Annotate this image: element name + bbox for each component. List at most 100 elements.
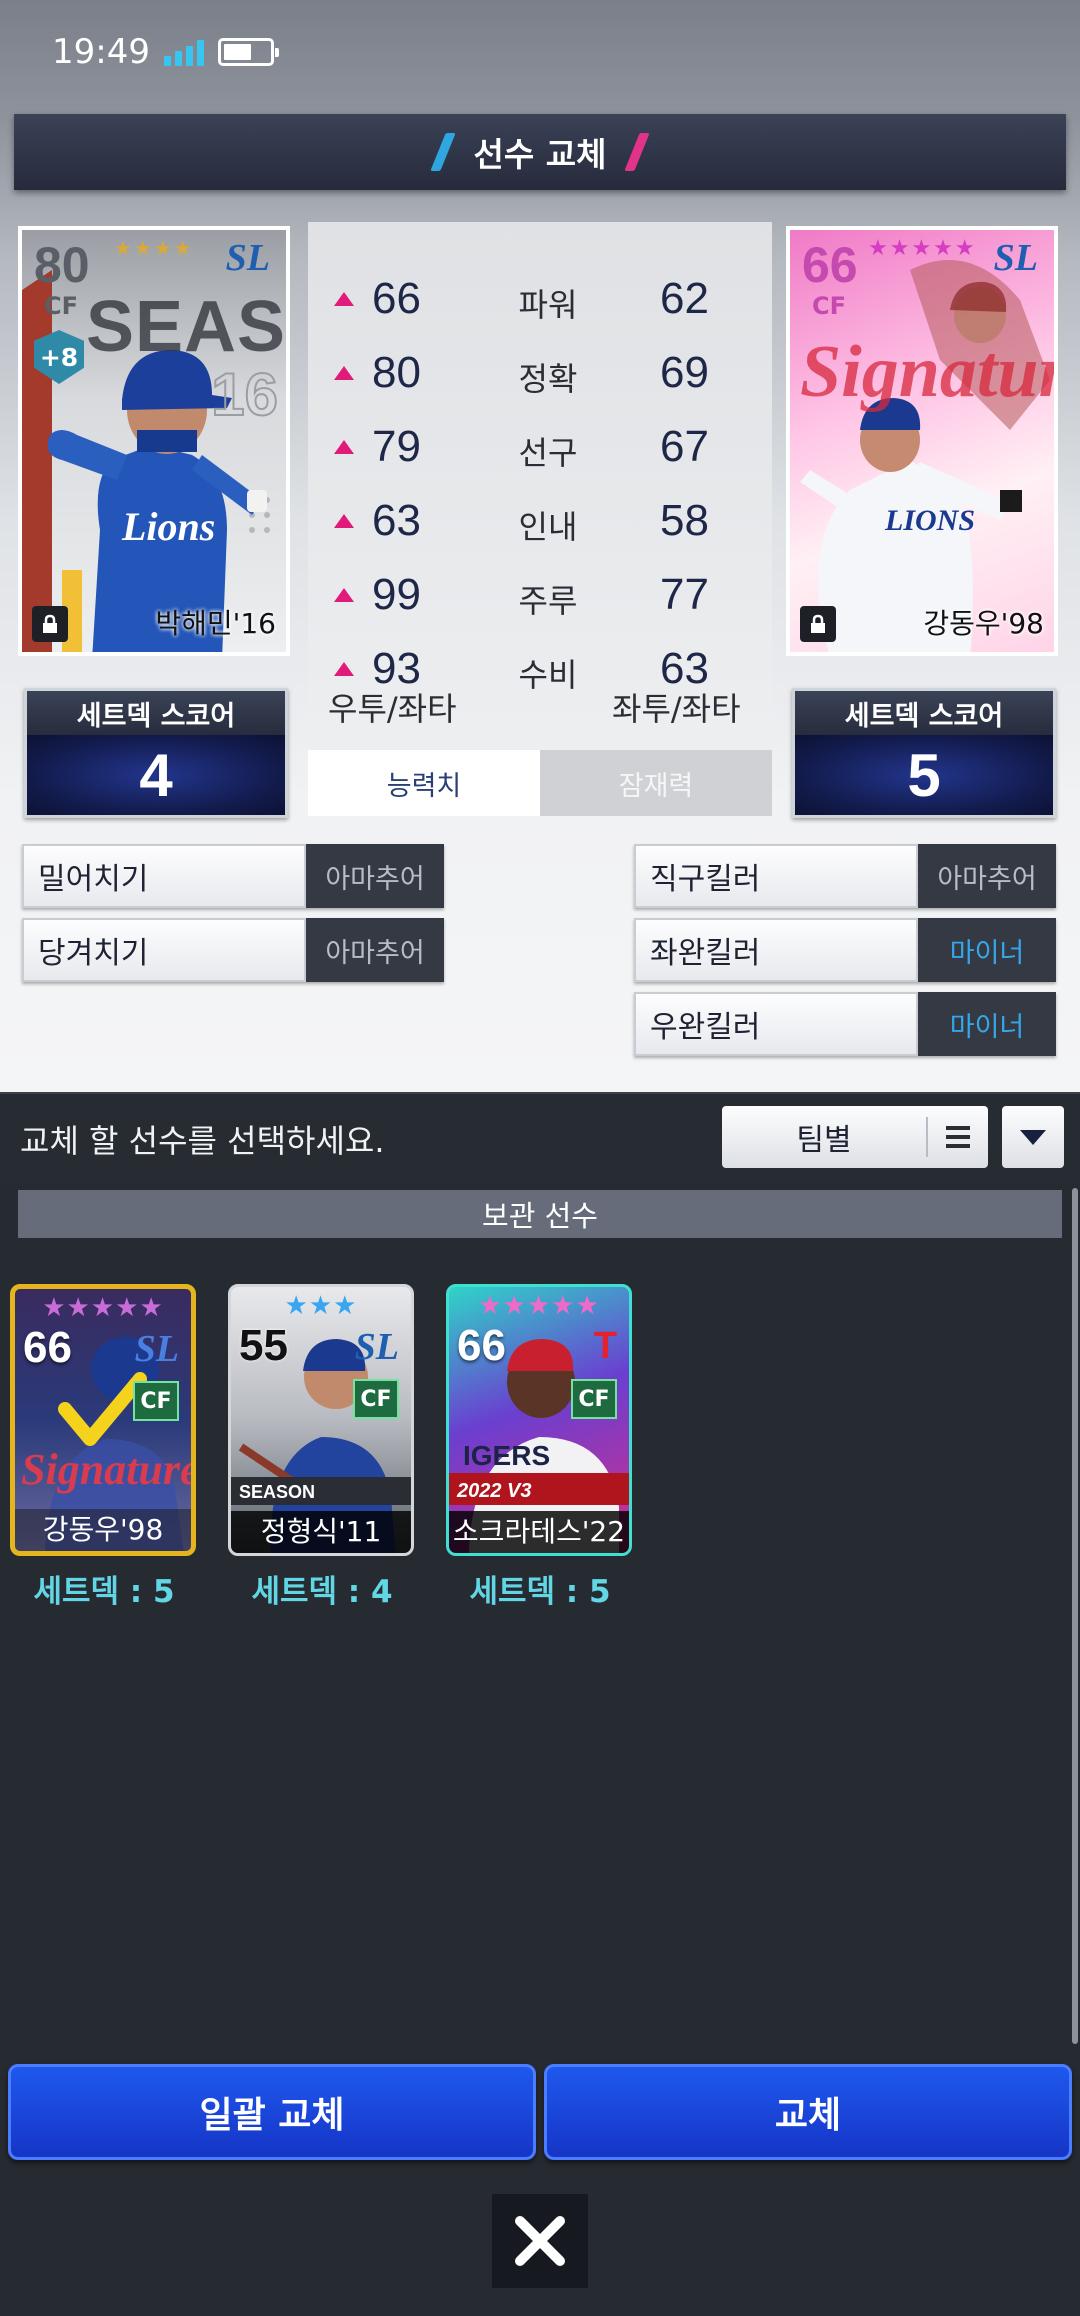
- star-rating: ★★★: [284, 1291, 358, 1321]
- stat-row-power: 66 파워 62: [308, 264, 772, 338]
- sort-button[interactable]: 팀별: [722, 1106, 988, 1168]
- stat-tabs: 능력치 잠재력: [308, 750, 772, 816]
- svg-text:LIONS: LIONS: [884, 504, 975, 537]
- dropdown-button[interactable]: [1002, 1106, 1064, 1168]
- position-badge: CF: [133, 1381, 179, 1421]
- skill-row[interactable]: 밀어치기 아마추어: [22, 844, 444, 908]
- replace-button[interactable]: 교체: [544, 2064, 1072, 2160]
- chevron-down-icon: [1020, 1129, 1046, 1145]
- skill-name: 직구킬러: [634, 844, 918, 908]
- stat-right-value: 58: [660, 496, 709, 545]
- setdeck-value: 4: [27, 735, 285, 815]
- position-badge: CF: [571, 1379, 617, 1419]
- status-bar: 19:49: [52, 28, 279, 76]
- increase-arrow-icon: [334, 366, 354, 380]
- stat-left-value: 79: [372, 422, 421, 471]
- tab-potential[interactable]: 잠재력: [540, 750, 772, 816]
- target-player-card[interactable]: LIONS Signature 66 CF ★★★★★ SL 강동우'98: [786, 226, 1058, 656]
- menu-icon: [928, 1126, 988, 1148]
- team-logo: T: [593, 1325, 617, 1367]
- sort-label: 팀별: [796, 1123, 852, 1158]
- close-button[interactable]: [492, 2194, 588, 2288]
- target-setdeck-score: 세트덱 스코어 5: [792, 688, 1056, 818]
- skill-row[interactable]: 우완킬러 마이너: [634, 992, 1056, 1056]
- select-instruction: 교체 할 선수를 선택하세요.: [20, 1122, 385, 1160]
- increase-arrow-icon: [334, 662, 354, 676]
- stat-label: 선구: [518, 434, 578, 472]
- skill-level: 아마추어: [918, 844, 1056, 908]
- skill-level: 마이너: [918, 918, 1056, 982]
- title-bar: 선수 교체: [14, 114, 1066, 190]
- selection-bar: 교체 할 선수를 선택하세요. 팀별: [0, 1092, 1080, 1182]
- skill-name: 우완킬러: [634, 992, 918, 1056]
- increase-arrow-icon: [334, 514, 354, 528]
- star-rating: ★★★★★: [868, 236, 977, 261]
- close-icon: [515, 2216, 565, 2266]
- skill-row[interactable]: 좌완킬러 마이너: [634, 918, 1056, 982]
- svg-text:2022 V3: 2022 V3: [456, 1480, 532, 1502]
- bulk-replace-button[interactable]: 일괄 교체: [8, 2064, 536, 2160]
- storage-card-3[interactable]: IGERS 2022 V3 ★★★★★ 66 T CF 소크라테스'22: [446, 1284, 632, 1556]
- skill-name: 밀어치기: [22, 844, 306, 908]
- setdeck-label: 세트덱 스코어: [795, 691, 1053, 735]
- stat-row-accuracy: 80 정확 69: [308, 338, 772, 412]
- star-rating: ★★★★★: [42, 1293, 164, 1323]
- signal-icon: [163, 38, 204, 66]
- stat-right-value: 77: [660, 570, 709, 619]
- setdeck-value: 5: [795, 735, 1053, 815]
- team-logo: SL: [134, 1328, 179, 1370]
- stat-left-value: 80: [372, 348, 421, 397]
- setdeck-info: 세트덱 : 4: [251, 1574, 393, 1610]
- player-name: 박해민'16: [155, 607, 276, 640]
- svg-text:IGERS: IGERS: [463, 1440, 550, 1471]
- stat-row-eye: 79 선구 67: [308, 412, 772, 486]
- player-overall: 80: [34, 237, 90, 293]
- increase-arrow-icon: [334, 292, 354, 306]
- storage-card-1[interactable]: Signature ★★★★★ 66 SL CF 강동우'98: [10, 1284, 196, 1556]
- lock-icon[interactable]: [800, 606, 836, 642]
- skill-row[interactable]: 당겨치기 아마추어: [22, 918, 444, 982]
- stat-left-value: 63: [372, 496, 421, 545]
- page-title: 선수 교체: [473, 135, 607, 174]
- scrollbar[interactable]: [1072, 1188, 1078, 2044]
- skill-name: 당겨치기: [22, 918, 306, 982]
- player-name: 소크라테스'22: [449, 1511, 629, 1553]
- stat-label: 정확: [518, 360, 578, 398]
- tab-ability[interactable]: 능력치: [308, 750, 540, 816]
- status-time: 19:49: [52, 32, 150, 72]
- card-theme-label: SEASON: [86, 287, 287, 367]
- setdeck-info: 세트덱 : 5: [469, 1574, 611, 1610]
- skill-level: 마이너: [918, 992, 1056, 1056]
- stat-left-value: 66: [372, 274, 421, 323]
- increase-arrow-icon: [334, 588, 354, 602]
- team-logo: SL: [354, 1326, 399, 1368]
- stat-right-value: 69: [660, 348, 709, 397]
- player-position: CF: [812, 292, 847, 320]
- lock-icon[interactable]: [32, 606, 68, 642]
- stat-label: 수비: [518, 656, 578, 694]
- storage-card-2[interactable]: SEASON ★★★ 55 SL CF 정형식'11: [228, 1284, 414, 1556]
- title-slash-right: [624, 133, 651, 171]
- team-logo: SL: [993, 237, 1038, 279]
- stat-label: 주루: [518, 582, 578, 620]
- current-setdeck-score: 세트덱 스코어 4: [24, 688, 288, 818]
- stat-row-patience: 63 인내 58: [308, 486, 772, 560]
- stat-right-value: 67: [660, 422, 709, 471]
- title-slash-left: [429, 133, 456, 171]
- star-rating: ★★★★★: [478, 1291, 600, 1321]
- team-logo: SL: [225, 237, 270, 279]
- skill-level: 아마추어: [306, 918, 444, 982]
- increase-arrow-icon: [334, 440, 354, 454]
- current-player-card[interactable]: Lions SEASON 16 80 CF ★★★★ SL +8 박해민'16: [18, 226, 290, 656]
- battery-icon: [217, 38, 279, 66]
- player-name: 강동우'98: [15, 1509, 191, 1551]
- stat-label: 파워: [518, 286, 578, 324]
- player-name: 정형식'11: [231, 1511, 411, 1553]
- skill-level: 아마추어: [306, 844, 444, 908]
- svg-text:Signature: Signature: [21, 1445, 196, 1494]
- current-handedness: 우투/좌타: [328, 690, 457, 728]
- skill-name: 좌완킬러: [634, 918, 918, 982]
- skill-row[interactable]: 직구킬러 아마추어: [634, 844, 1056, 908]
- position-badge: CF: [353, 1379, 399, 1419]
- svg-text:SEASON: SEASON: [239, 1482, 315, 1502]
